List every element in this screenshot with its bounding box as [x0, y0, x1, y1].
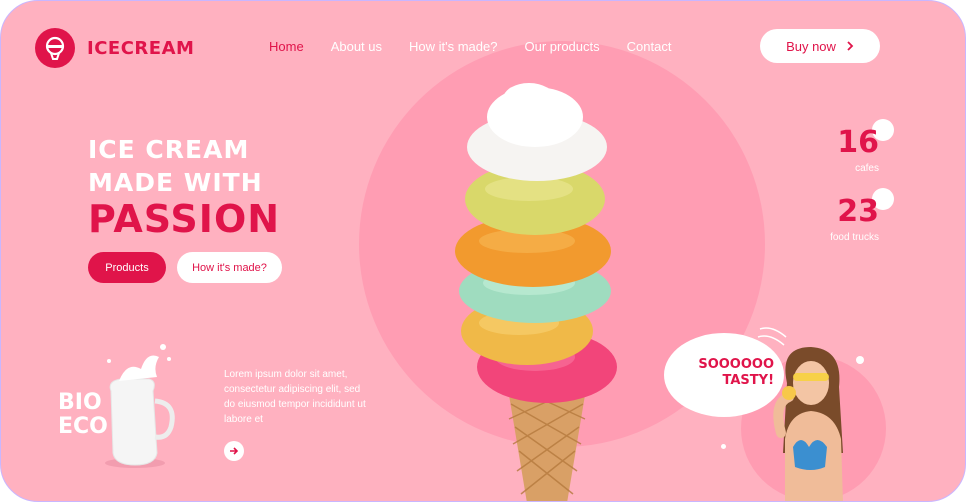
- chevron-right-icon: [847, 41, 854, 51]
- hero-line-3: PASSION: [88, 197, 281, 241]
- ice-cream-logo-icon: [35, 28, 75, 68]
- nav-contact[interactable]: Contact: [627, 39, 672, 54]
- stat-food-trucks-value: 23: [837, 194, 879, 229]
- buy-now-button[interactable]: Buy now: [760, 29, 880, 63]
- stat-cafes-value: 16: [837, 125, 879, 160]
- hero-line-2: MADE WITH: [88, 168, 263, 197]
- brand-name: ICECREAM: [87, 37, 195, 59]
- promo-description: Lorem ipsum dolor sit amet, consectetur …: [224, 369, 366, 425]
- stat-food-trucks: 23 food trucks: [830, 194, 879, 244]
- stat-food-trucks-label: food trucks: [830, 232, 879, 243]
- girl-eating-ice-cream-image: [773, 347, 843, 501]
- buy-now-label: Buy now: [786, 38, 836, 54]
- arrow-right-icon[interactable]: [224, 441, 244, 461]
- nav-how-its-made[interactable]: How it's made?: [409, 39, 497, 54]
- ice-cream-cone-image: [455, 83, 617, 501]
- stat-cafes-label: cafes: [855, 163, 879, 174]
- main-nav: Home About us How it's made? Our product…: [269, 39, 698, 54]
- products-button[interactable]: Products: [88, 252, 166, 283]
- landing-page: ICECREAM Home About us How it's made? Ou…: [0, 0, 966, 502]
- brand-logo[interactable]: ICECREAM: [35, 28, 194, 68]
- hero-line-1: ICE CREAM: [88, 135, 250, 164]
- hero-title: ICE CREAM MADE WITH PASSION: [88, 133, 280, 239]
- splash-dot: [721, 444, 726, 449]
- nav-our-products[interactable]: Our products: [524, 39, 599, 54]
- nav-home[interactable]: Home: [269, 39, 304, 54]
- milk-jug-image: [105, 344, 175, 468]
- nav-about[interactable]: About us: [331, 39, 382, 54]
- how-its-made-button[interactable]: How it's made?: [177, 252, 282, 283]
- stat-cafes: 16 cafes: [837, 125, 879, 175]
